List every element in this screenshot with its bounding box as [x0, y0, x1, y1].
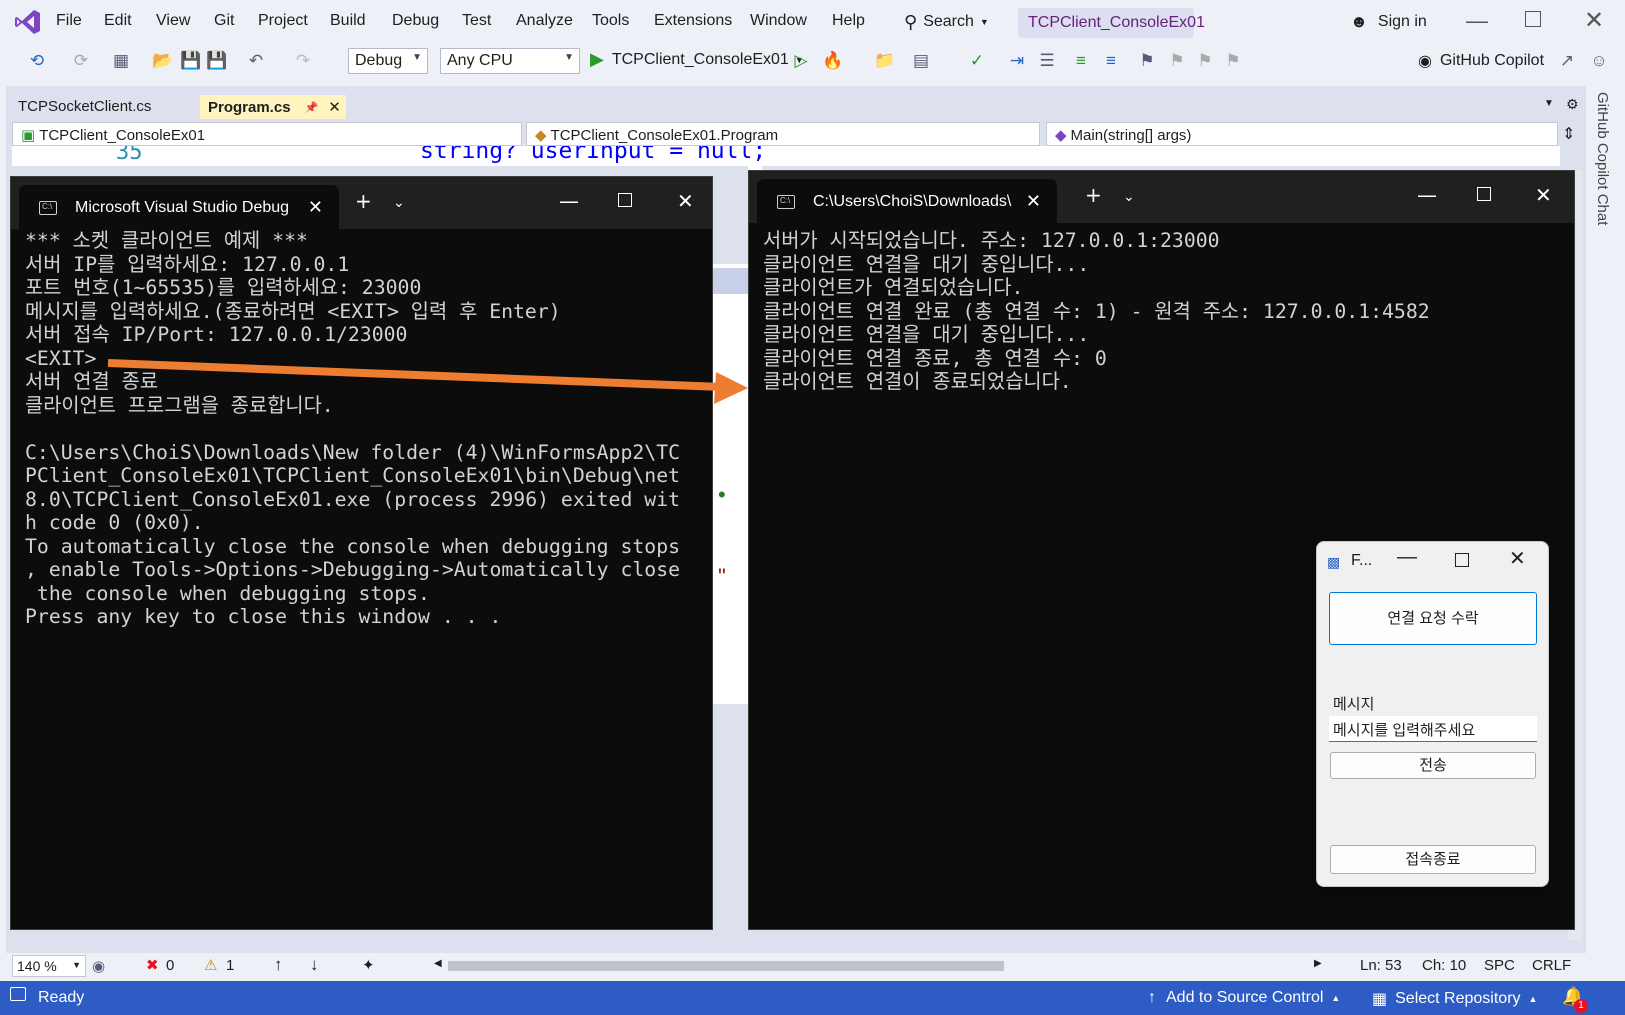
zoom-value: 140 % [17, 958, 57, 974]
warning-count[interactable]: 1 [226, 957, 234, 974]
message-input[interactable]: 메시지를 입력해주세요 [1329, 716, 1537, 742]
add-to-source-control-button[interactable]: ↑ Add to Source Control ▲ [1148, 989, 1340, 1007]
disconnect-button[interactable]: 접속종료 [1330, 845, 1536, 874]
warning-icon[interactable]: ⚠ [204, 956, 217, 974]
side-panel: GitHub Copilot Chat [1586, 86, 1625, 981]
message-label: 메시지 [1333, 696, 1375, 713]
health-icon[interactable]: ◉ [92, 957, 105, 975]
minimize-button[interactable]: — [1397, 546, 1417, 569]
ready-status: Ready [38, 989, 85, 1006]
form-icon: ▩ [1327, 554, 1341, 570]
arrow-down-icon[interactable]: ↓ [310, 955, 319, 975]
line-indicator[interactable]: Ln: 53 [1360, 957, 1402, 974]
winforms-window: ▩ F... — ✕ 연결 요청 수락 메시지 메시지를 입력해주세요 전송 접… [1316, 541, 1549, 887]
maximize-button[interactable] [1455, 553, 1469, 567]
select-repository-button[interactable]: ▦ Select Repository ▲ [1372, 989, 1537, 1009]
repository-icon: ▦ [1372, 991, 1388, 1008]
output-icon[interactable] [10, 987, 26, 1001]
repository-label: Select Repository [1395, 990, 1521, 1007]
send-button[interactable]: 전송 [1330, 752, 1536, 779]
column-indicator[interactable]: Ch: 10 [1422, 957, 1466, 974]
chevron-down-icon: ▼ [72, 960, 81, 970]
scroll-left-icon[interactable]: ◀ [434, 958, 442, 969]
chevron-up-icon: ▲ [1528, 994, 1538, 1004]
scroll-right-icon[interactable]: ▶ [1314, 958, 1322, 969]
status-bar: Ready ↑ Add to Source Control ▲ ▦ Select… [0, 981, 1625, 1015]
copilot-chat-tab[interactable]: GitHub Copilot Chat [1594, 92, 1611, 225]
code-cleanup-icon[interactable]: ✦ [362, 956, 375, 974]
source-control-label: Add to Source Control [1166, 989, 1324, 1006]
arrow-up-icon[interactable]: ↑ [274, 955, 283, 975]
arrow-up-icon: ↑ [1148, 989, 1156, 1006]
error-icon[interactable]: ✖ [146, 956, 159, 974]
accept-connection-button[interactable]: 연결 요청 수락 [1329, 592, 1537, 645]
editor-status-row: 140 % ▼ ◉ ✖ 0 ⚠ 1 ↑ ↓ ✦ ◀ ▶ Ln: 53 Ch: 10… [6, 953, 1588, 979]
error-count[interactable]: 0 [166, 957, 174, 974]
horizontal-scrollbar-thumb[interactable] [448, 961, 1004, 971]
spacing-indicator[interactable]: SPC [1484, 957, 1515, 974]
close-button[interactable]: ✕ [1509, 546, 1526, 571]
form-title: F... [1351, 552, 1373, 569]
chevron-up-icon: ▲ [1331, 993, 1341, 1003]
zoom-dropdown[interactable]: 140 % ▼ [12, 955, 86, 977]
notification-badge: 1 [1574, 999, 1588, 1013]
eol-indicator[interactable]: CRLF [1532, 957, 1571, 974]
